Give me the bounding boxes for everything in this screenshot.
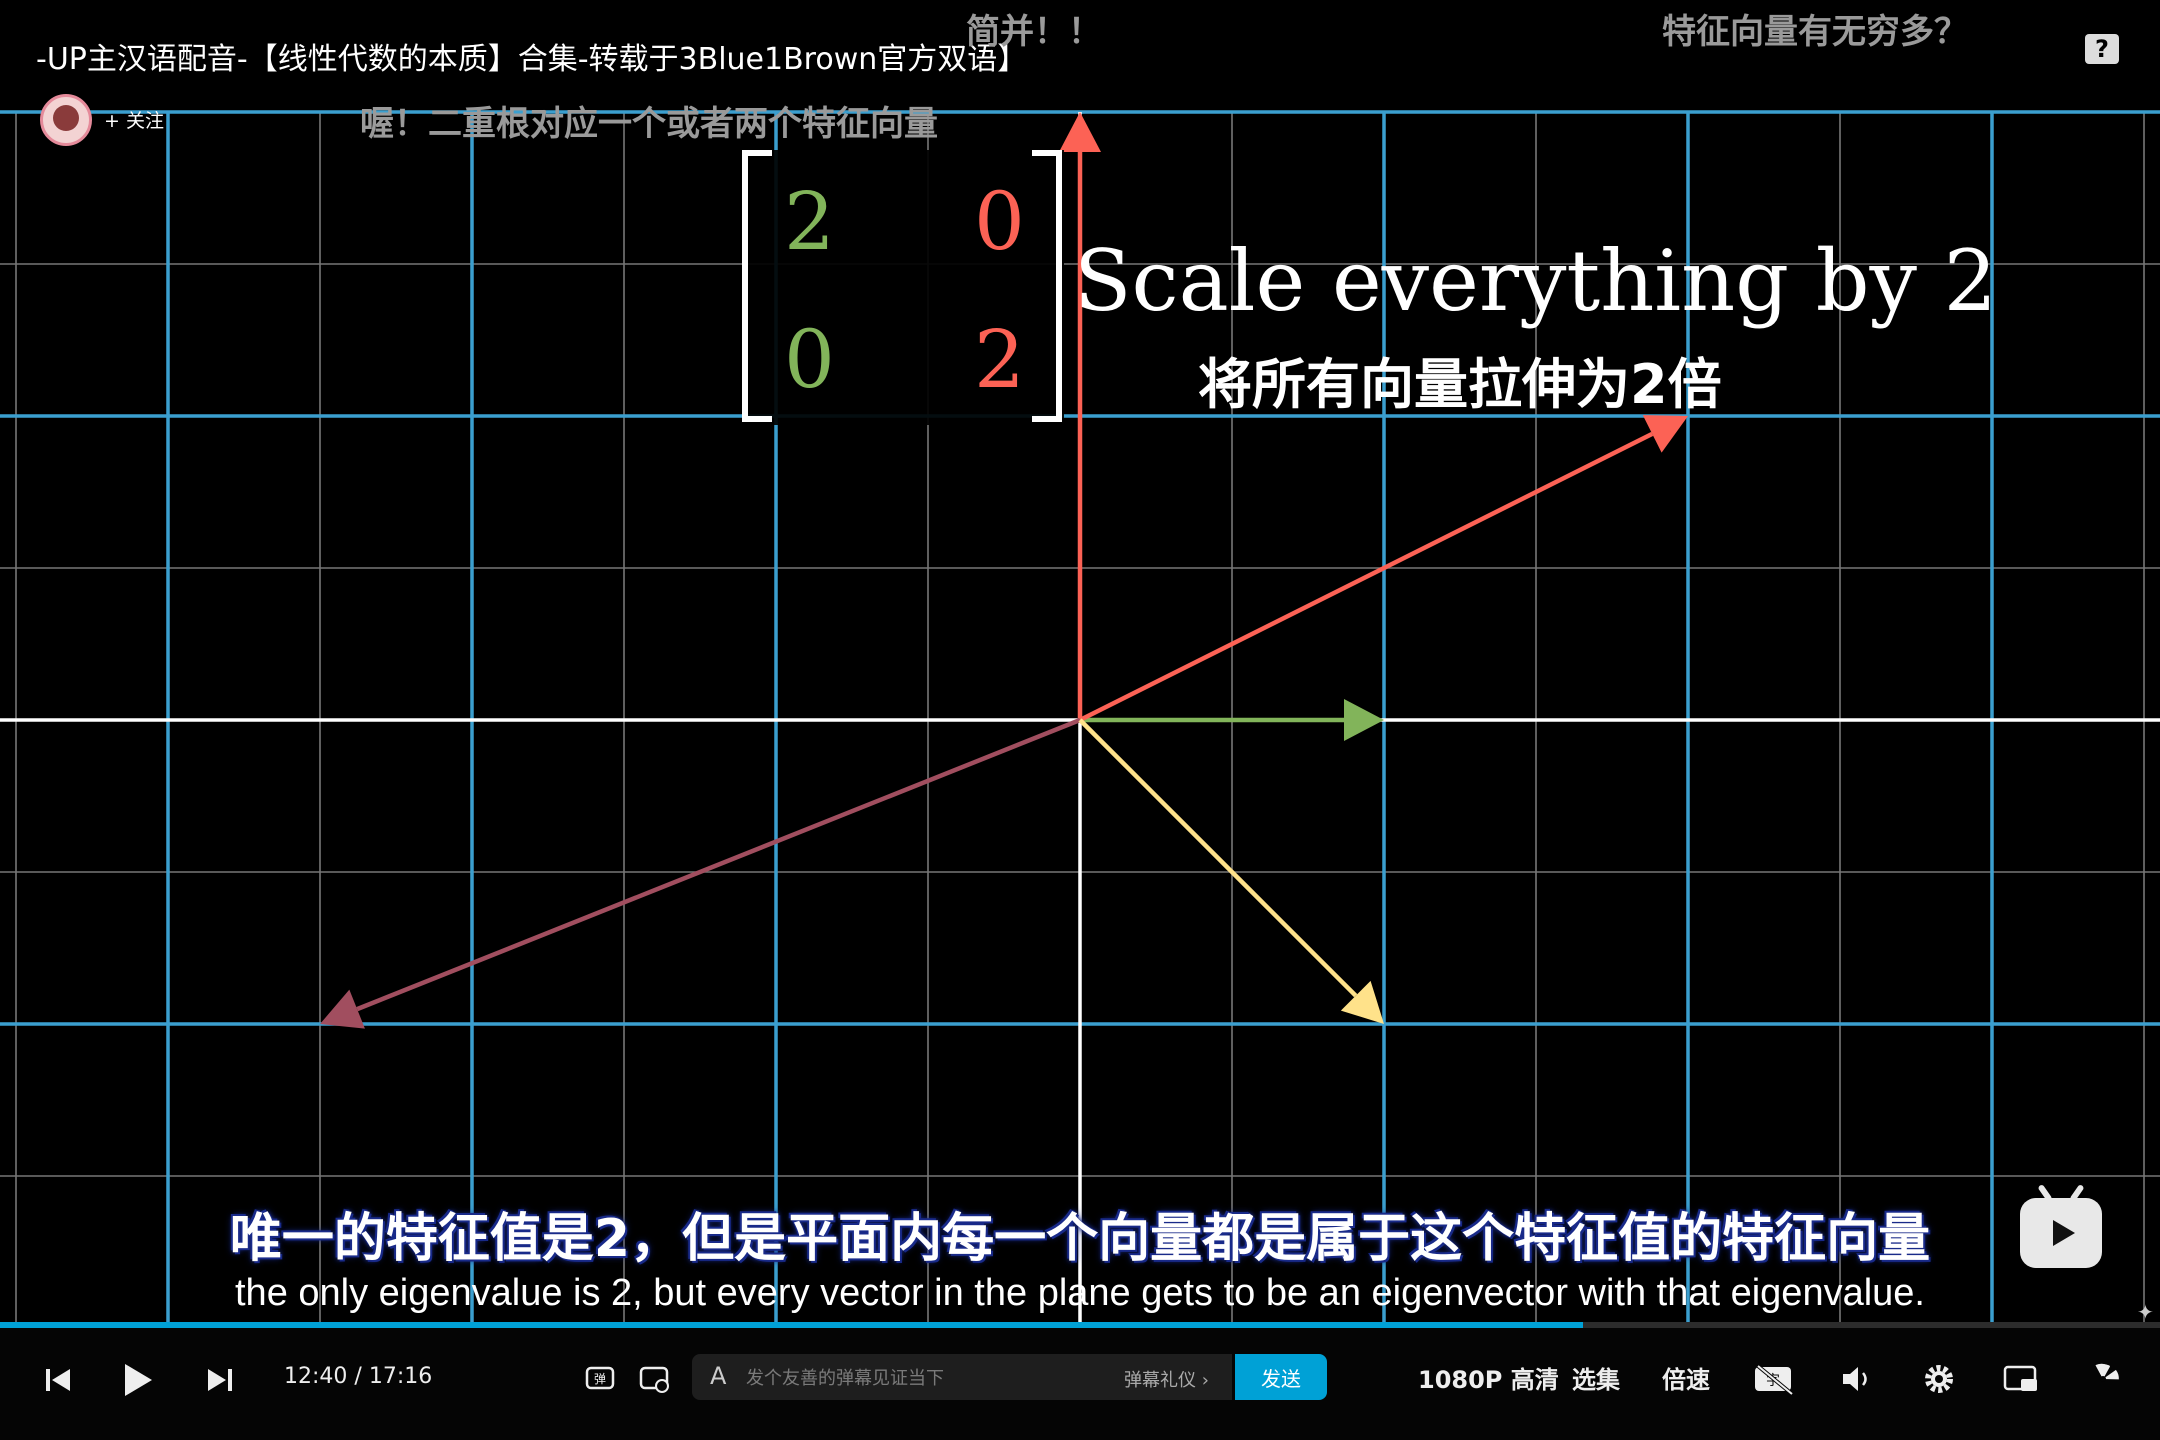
- play-icon[interactable]: [122, 1362, 154, 1398]
- danmaku-etiquette-link[interactable]: 弹幕礼仪 ›: [1124, 1366, 1209, 1392]
- danmaku-settings-icon[interactable]: [638, 1362, 672, 1396]
- follow-button[interactable]: + 关注: [104, 106, 164, 133]
- progress-thumb-icon[interactable]: ✦: [2137, 1300, 2154, 1324]
- control-bar: 12:40 / 17:16 弹 A 弹幕礼仪 › 发送 1080P 高清 选集 …: [0, 1328, 2160, 1440]
- scene-caption-cn: 将所有向量拉伸为2倍: [1198, 353, 1722, 416]
- svg-text:弹: 弹: [594, 1372, 606, 1386]
- quality-selector[interactable]: 1080P 高清: [1418, 1360, 1559, 1395]
- danmaku-toggle-icon[interactable]: 弹: [584, 1362, 618, 1396]
- danmaku-comment: 简并！！: [966, 12, 1102, 52]
- send-button[interactable]: 发送: [1235, 1354, 1327, 1400]
- danmaku-comment: 喔！二重根对应一个或者两个特征向量: [360, 104, 938, 144]
- vector-scaled-negative: [320, 717, 1081, 1029]
- fullscreen-web-icon[interactable]: [2084, 1360, 2122, 1398]
- bilibili-tv-icon[interactable]: [2020, 1198, 2102, 1268]
- danmaku-comment: 特征向量有无穷多？: [1662, 12, 1968, 52]
- episodes-button[interactable]: 选集: [1572, 1360, 1620, 1395]
- video-player[interactable]: -UP主汉语配音-【线性代数的本质】合集-转载于3Blue1Brown官方双语】…: [0, 0, 2160, 1440]
- scene-caption-en: Scale everything by 2: [1074, 232, 1998, 330]
- next-icon[interactable]: [206, 1366, 234, 1394]
- matrix-entry-a: 2: [784, 175, 835, 268]
- duration: 17:16: [368, 1364, 433, 1389]
- matrix-entry-c: 0: [784, 313, 835, 406]
- previous-icon[interactable]: [44, 1366, 72, 1394]
- volume-icon[interactable]: [1840, 1362, 1874, 1396]
- subtitle-off-icon[interactable]: 字: [1752, 1362, 1796, 1396]
- picture-in-picture-icon[interactable]: [2002, 1362, 2040, 1396]
- current-time: 12:40: [284, 1364, 348, 1389]
- help-icon[interactable]: ?: [2085, 34, 2119, 64]
- time-display: 12:40 / 17:16: [284, 1364, 432, 1389]
- speed-button[interactable]: 倍速: [1662, 1360, 1710, 1395]
- danmaku-input[interactable]: [744, 1354, 1078, 1402]
- time-separator: /: [354, 1364, 362, 1389]
- matrix-left-bracket: [742, 150, 772, 422]
- matrix-right-bracket: [1032, 150, 1062, 422]
- matrix-entry-d: 2: [974, 313, 1025, 406]
- subtitle-chinese: 唯一的特征值是2，但是平面内每一个向量都是属于这个特征值的特征向量: [229, 1209, 1931, 1269]
- matrix-entry-b: 0: [974, 175, 1025, 268]
- text-style-icon[interactable]: A: [710, 1362, 726, 1390]
- danmaku-input-box: A 弹幕礼仪 ›: [692, 1354, 1232, 1402]
- video-title: -UP主汉语配音-【线性代数的本质】合集-转载于3Blue1Brown官方双语】: [36, 42, 1028, 77]
- settings-gear-icon[interactable]: [1922, 1362, 1956, 1396]
- coordinate-grid: [0, 110, 2160, 1325]
- video-frame[interactable]: -UP主汉语配音-【线性代数的本质】合集-转载于3Blue1Brown官方双语】…: [0, 0, 2160, 1440]
- uploader-avatar[interactable]: [40, 94, 92, 146]
- subtitle-english: the only eigenvalue is 2, but every vect…: [235, 1272, 1925, 1314]
